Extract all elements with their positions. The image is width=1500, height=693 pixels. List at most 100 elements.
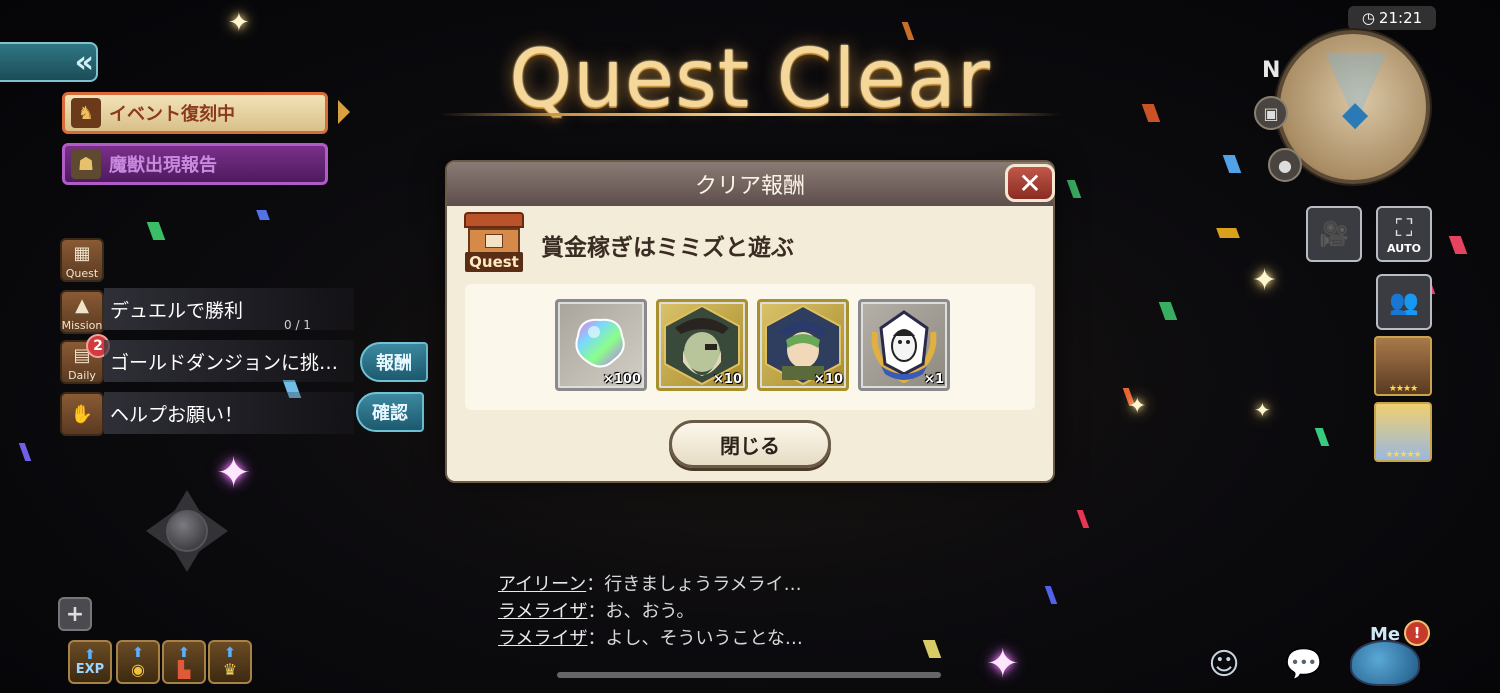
- confetti-piece: [1076, 510, 1090, 528]
- me-menu-button[interactable]: Me !: [1340, 612, 1440, 688]
- party-member-portrait[interactable]: ★★★★★: [1374, 402, 1432, 462]
- reward-quantity: ×1: [924, 372, 944, 387]
- chat-text: ：行きましょうラメライ…: [586, 574, 802, 595]
- quest-name: 賞金稼ぎはミミズと遊ぶ: [541, 235, 794, 261]
- mission-text: ヘルプお願い！: [110, 403, 244, 426]
- title-divider: [440, 113, 1060, 116]
- star-rating: ★★★★★: [1385, 450, 1421, 460]
- confetti-piece: [1314, 428, 1330, 446]
- reward-quantity: ×100: [602, 372, 641, 387]
- mascot-icon: [1350, 640, 1420, 686]
- me-label: Me: [1370, 624, 1401, 645]
- close-icon-button[interactable]: ✕: [1005, 164, 1055, 202]
- virtual-joystick[interactable]: [146, 490, 228, 572]
- beast-report-banner[interactable]: ☗ 魔獣出現報告: [62, 143, 328, 185]
- drop-boost-button[interactable]: ⬆ ▙: [162, 640, 206, 684]
- mission-row-help[interactable]: ヘルプお願い！: [104, 392, 354, 434]
- quest-badge-icon: Quest: [463, 212, 525, 276]
- reward-item-rainbow-gem[interactable]: ×100: [555, 299, 647, 391]
- clear-reward-dialog: クリア報酬 ✕ Quest 賞金稼ぎはミミズと遊ぶ ×100 ×10 ×10 ×…: [445, 160, 1055, 483]
- mission-text: ゴールドダンジョンに挑…: [110, 351, 339, 374]
- reward-quantity: ×10: [713, 372, 742, 387]
- arrow-up-icon: ⬆: [132, 644, 144, 661]
- mission-tag: Mission: [61, 319, 103, 332]
- arrow-up-icon: ⬆: [84, 646, 96, 663]
- reward-item-green-hair-card[interactable]: ×10: [757, 299, 849, 391]
- chat-speaker[interactable]: ラメライザ: [498, 628, 587, 649]
- party-button[interactable]: 👥: [1376, 274, 1432, 330]
- party-icon: 👥: [1389, 288, 1419, 316]
- confirm-button[interactable]: 確認: [356, 392, 424, 432]
- dialog-header: クリア報酬: [447, 162, 1053, 206]
- confetti-piece: [1158, 302, 1178, 320]
- clock-display: ◷ 21:21: [1348, 6, 1436, 30]
- mission-row-gold-dungeon[interactable]: ゴールドダンジョンに挑…: [104, 340, 354, 382]
- star-rating: ★★★★: [1388, 384, 1418, 394]
- minimap-companion-icon[interactable]: ●: [1268, 148, 1302, 182]
- confetti-piece: [1222, 155, 1242, 173]
- chat-speaker[interactable]: ラメライザ: [498, 601, 587, 622]
- mission-tag: Daily: [68, 369, 96, 382]
- exp-label: EXP: [75, 661, 105, 677]
- chat-line[interactable]: ラメライザ：よし、そういうことな…: [498, 624, 803, 650]
- reward-item-pirate-card[interactable]: ×10: [656, 299, 748, 391]
- chat-face-icon: ☺: [1208, 646, 1240, 682]
- add-shortcut-button[interactable]: +: [58, 597, 92, 631]
- camera-icon: 🎥: [1319, 220, 1349, 248]
- quest-badge-label: Quest: [465, 252, 523, 272]
- auto-button[interactable]: ⛶ AUTO: [1376, 206, 1432, 262]
- chat-speaker[interactable]: アイリーン: [498, 574, 586, 595]
- sparkle: ✦: [216, 448, 252, 497]
- mission-text: デュエルで勝利: [110, 299, 244, 322]
- banner-label: 魔獣出現報告: [109, 155, 217, 176]
- sparkle: ✦: [1252, 263, 1278, 298]
- chat-text: ：よし、そういうことな…: [587, 628, 803, 649]
- help-icon[interactable]: ✋: [60, 392, 104, 436]
- exp-boost-button[interactable]: ⬆ EXP: [68, 640, 112, 684]
- sparkle: ✦: [1128, 394, 1147, 419]
- reward-quantity: ×10: [814, 372, 843, 387]
- close-icon: ✕: [1018, 166, 1042, 200]
- confetti-piece: [256, 210, 270, 220]
- confetti-piece: [1066, 180, 1082, 198]
- chat-button[interactable]: 💬: [1276, 640, 1332, 688]
- gold-boost-button[interactable]: ⬆ ◉: [116, 640, 160, 684]
- beast-icon: ☗: [71, 149, 101, 179]
- chat-line[interactable]: アイリーン：行きましょうラメライ…: [498, 570, 802, 596]
- quest-tab[interactable]: ▦ Quest: [60, 238, 104, 282]
- sparkle: ✦: [1254, 398, 1271, 422]
- confetti-piece: [922, 640, 942, 658]
- minimap-toggle-icon[interactable]: ▣: [1254, 96, 1288, 130]
- player-marker-icon: ◆: [1342, 94, 1369, 134]
- auto-label: AUTO: [1387, 241, 1421, 255]
- confetti-piece: [146, 222, 166, 240]
- reward-item-penguin-badge[interactable]: ×1: [858, 299, 950, 391]
- home-indicator[interactable]: [557, 672, 941, 678]
- joystick-knob[interactable]: [166, 510, 208, 552]
- coin-icon: ◉: [131, 659, 145, 679]
- mission-row-duel[interactable]: デュエルで勝利: [104, 288, 354, 330]
- reward-button[interactable]: 報酬: [360, 342, 428, 382]
- sparkle: ✦: [986, 641, 1020, 687]
- confetti-piece: [1448, 236, 1468, 254]
- mission-icon[interactable]: ▲ Mission: [60, 290, 104, 334]
- reward-list: ×100 ×10 ×10 ×1: [465, 284, 1035, 410]
- chat-line[interactable]: ラメライザ：お、おう。: [498, 597, 694, 623]
- confetti-piece: [1044, 586, 1058, 604]
- arrow-up-icon: ⬆: [178, 644, 190, 661]
- chat-text: ：お、おう。: [587, 601, 695, 622]
- camera-button[interactable]: 🎥: [1306, 206, 1362, 262]
- plus-icon: +: [65, 601, 85, 627]
- confetti-piece: [1216, 228, 1240, 238]
- boot-icon: ▙: [177, 659, 191, 679]
- crown-boost-button[interactable]: ⬆ ♛: [208, 640, 252, 684]
- emote-button[interactable]: ☺: [1196, 640, 1252, 688]
- speech-bubble-icon: 💬: [1285, 646, 1323, 682]
- quest-tab-label: Quest: [65, 267, 99, 280]
- confetti-piece: [18, 443, 32, 461]
- party-member-portrait[interactable]: ★★★★: [1374, 336, 1432, 396]
- quest-house-icon: ▦: [73, 243, 91, 264]
- close-button[interactable]: 閉じる: [669, 420, 831, 468]
- clock-time: 21:21: [1378, 9, 1423, 27]
- fox-icon: ▲: [75, 295, 89, 316]
